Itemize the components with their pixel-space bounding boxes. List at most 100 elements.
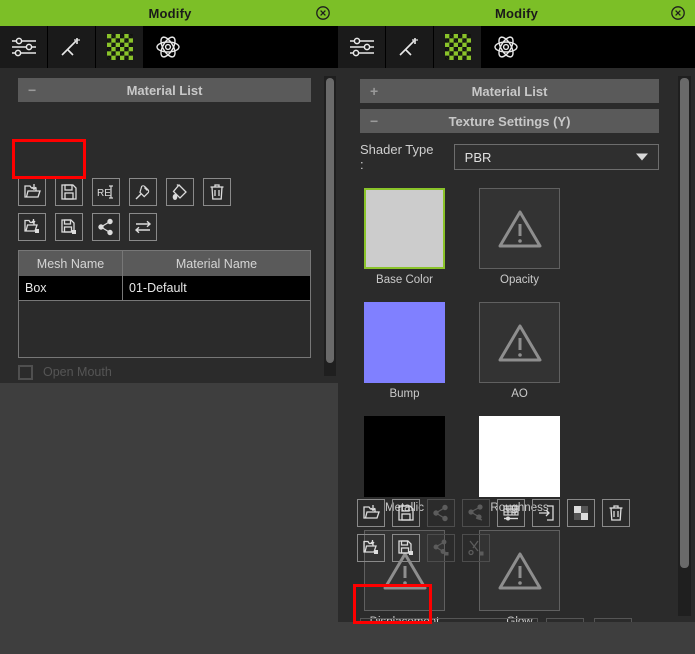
right-titlebar: Modify <box>338 0 695 26</box>
shader-type-dropdown[interactable]: PBR <box>453 144 659 170</box>
rename-material-icon[interactable]: RE <box>92 178 120 206</box>
eyedropper-icon[interactable] <box>129 178 157 206</box>
section-header-material-list[interactable]: + Material List <box>360 79 659 103</box>
left-modify-window: Modify − Material List RE Mesh Name Mate… <box>0 0 340 383</box>
column-header-material-name[interactable]: Material Name <box>123 251 310 276</box>
texture-toolbar-row-1 <box>357 499 630 527</box>
left-panel-scrollbar[interactable] <box>324 76 336 376</box>
texture-thumbnail[interactable] <box>364 188 445 269</box>
tab-physics[interactable] <box>482 26 530 68</box>
svg-text:RE: RE <box>97 188 111 199</box>
material-toolbar-row-2 <box>18 213 157 241</box>
table-empty-area[interactable] <box>19 300 310 357</box>
import-into-box-icon[interactable] <box>532 499 560 527</box>
share-node-icon[interactable] <box>92 213 120 241</box>
material-table: Mesh Name Material Name Box 01-Default <box>18 250 311 358</box>
right-panel-scrollbar[interactable] <box>678 76 691 616</box>
close-circle-icon[interactable] <box>670 5 686 21</box>
save-sub-texture-icon[interactable] <box>392 534 420 562</box>
right-tabbar <box>338 26 695 68</box>
trash-icon[interactable] <box>602 499 630 527</box>
bottom-button-b[interactable] <box>594 618 632 622</box>
tab-adjust[interactable] <box>338 26 386 68</box>
section-toggle-icon: − <box>28 82 37 98</box>
texture-slot-base-color[interactable]: Base Color <box>364 188 445 286</box>
section-header-material-list[interactable]: − Material List <box>18 78 311 102</box>
checker-fill-icon[interactable] <box>567 499 595 527</box>
texture-thumbnail[interactable] <box>479 188 560 269</box>
share-cut-node-icon[interactable] <box>462 499 490 527</box>
tab-physics[interactable] <box>144 26 192 68</box>
texture-label: AO <box>511 388 528 400</box>
section-toggle-icon: − <box>370 113 379 129</box>
warning-triangle-icon <box>498 324 541 361</box>
shader-type-row: Shader Type : PBR <box>360 142 659 172</box>
section-toggle-icon: + <box>370 83 379 99</box>
swap-arrows-icon[interactable] <box>129 213 157 241</box>
right-panel-body: + Material List − Texture Settings (Y) S… <box>338 68 695 622</box>
bottom-button-a[interactable] <box>546 618 584 622</box>
left-panel-body: − Material List RE Mesh Name Material Na… <box>0 68 340 383</box>
cell-mesh-name: Box <box>19 276 123 300</box>
texture-label: Base Color <box>376 274 433 286</box>
shader-type-label: Shader Type : <box>360 142 434 172</box>
load-material-icon[interactable] <box>18 178 46 206</box>
texture-toolbar-row-2 <box>357 534 490 562</box>
save-material-icon[interactable] <box>55 178 83 206</box>
left-window-title: Modify <box>148 5 192 21</box>
load-sub-texture-icon[interactable] <box>357 534 385 562</box>
section-header-texture-settings[interactable]: − Texture Settings (Y) <box>360 109 659 133</box>
table-row[interactable]: Box 01-Default <box>19 276 310 300</box>
texture-thumbnail[interactable] <box>479 416 560 497</box>
cut-sub-icon[interactable] <box>462 534 490 562</box>
cell-material-name: 01-Default <box>129 281 187 295</box>
section-title: Texture Settings (Y) <box>448 113 571 129</box>
texture-thumbnail[interactable] <box>364 302 445 383</box>
texture-slot-bump[interactable]: Bump <box>364 302 445 400</box>
load-texture-icon[interactable] <box>357 499 385 527</box>
uv-grid-icon[interactable] <box>497 499 525 527</box>
tab-brush[interactable] <box>386 26 434 68</box>
checkerboard-material-icon <box>106 34 133 60</box>
left-tabbar <box>0 26 340 68</box>
paint-bucket-icon[interactable] <box>166 178 194 206</box>
scrollbar-thumb[interactable] <box>680 78 689 568</box>
scrollbar-thumb[interactable] <box>326 78 334 363</box>
right-window-title: Modify <box>494 5 539 21</box>
trash-icon[interactable] <box>203 178 231 206</box>
texture-thumbnail[interactable] <box>364 416 445 497</box>
share-sub-node-icon[interactable] <box>427 534 455 562</box>
tab-material[interactable] <box>434 26 482 68</box>
texture-thumbnail[interactable] <box>479 530 560 611</box>
save-sub-material-icon[interactable] <box>55 213 83 241</box>
column-header-mesh-name[interactable]: Mesh Name <box>19 251 123 276</box>
section-title: Material List <box>471 83 548 99</box>
texture-label: Bump <box>389 388 420 400</box>
screen: Modify − Material List RE Mesh Name Mate… <box>0 0 695 654</box>
section-title: Material List <box>126 82 203 98</box>
texture-slot-glow[interactable]: Glow <box>479 530 560 622</box>
warning-triangle-icon <box>498 552 541 589</box>
chevron-down-icon <box>636 153 648 161</box>
material-options: Open Mouth Teeth Show/Hide Affect all ma… <box>18 361 260 383</box>
load-sub-material-icon[interactable] <box>18 213 46 241</box>
warning-triangle-icon <box>498 210 541 247</box>
bottom-partial-controls <box>360 618 660 622</box>
tab-material[interactable] <box>96 26 144 68</box>
checkbox-box <box>18 364 33 380</box>
checkbox-label: Open Mouth <box>43 365 112 379</box>
tab-adjust[interactable] <box>0 26 48 68</box>
bottom-input-field[interactable] <box>360 618 538 622</box>
shader-type-value: PBR <box>464 149 492 165</box>
save-texture-icon[interactable] <box>392 499 420 527</box>
tab-brush[interactable] <box>48 26 96 68</box>
texture-label: Opacity <box>500 274 539 286</box>
close-circle-icon[interactable] <box>315 5 331 21</box>
texture-slot-ao[interactable]: AO <box>479 302 560 400</box>
texture-slot-opacity[interactable]: Opacity <box>479 188 560 286</box>
share-node-icon[interactable] <box>427 499 455 527</box>
table-header-row: Mesh Name Material Name <box>19 251 310 276</box>
texture-thumbnail[interactable] <box>479 302 560 383</box>
right-modify-window: Modify + Material List − Texture Setting… <box>338 0 695 622</box>
checkbox-open-mouth[interactable]: Open Mouth <box>18 361 260 383</box>
